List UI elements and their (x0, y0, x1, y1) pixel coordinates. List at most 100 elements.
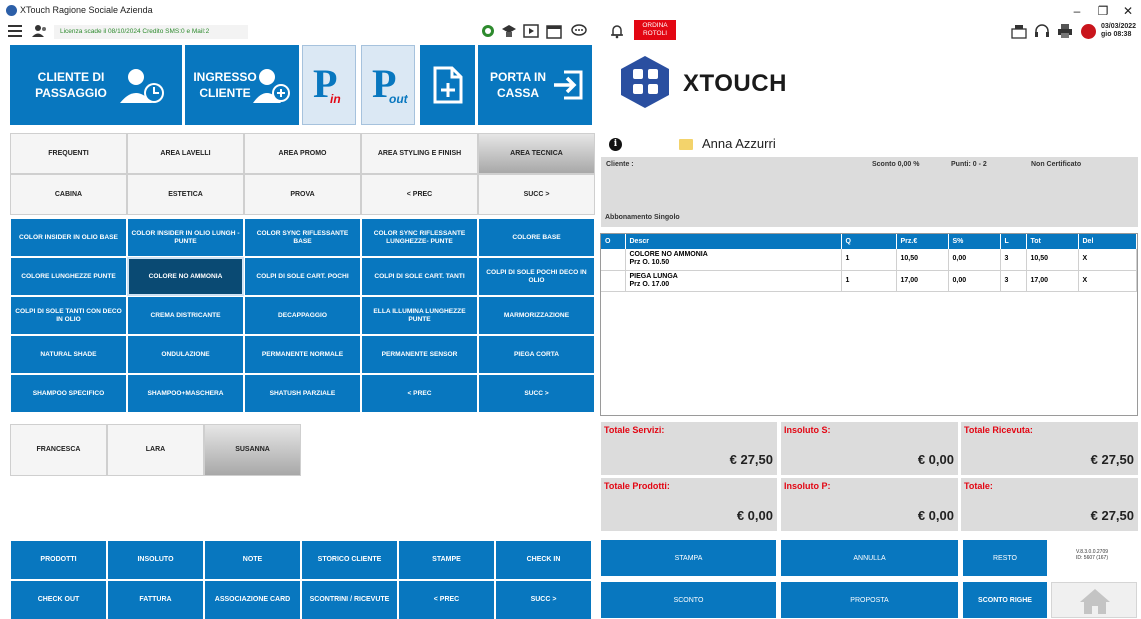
home-button[interactable] (1051, 582, 1137, 618)
minimize-icon[interactable]: – (1064, 2, 1090, 20)
totale-servizi-value: € 27,50 (729, 452, 773, 467)
resto-button[interactable]: RESTO (963, 540, 1047, 576)
ordina-rotoli-button[interactable]: ORDINA ROTOLI (634, 20, 676, 40)
bottom-fattura-7[interactable]: FATTURA (107, 580, 204, 619)
category-cabina-5[interactable]: CABINA (10, 174, 127, 215)
bottom-succ-11[interactable]: SUCC > (495, 580, 592, 619)
category-area-styling-e-finish-3[interactable]: AREA STYLING E FINISH (361, 133, 478, 174)
service-crema-districante-11[interactable]: CREMA DISTRICANTE (127, 296, 244, 335)
user-clock-icon (120, 69, 164, 103)
row-delete[interactable]: X (1078, 249, 1137, 271)
graduation-icon[interactable] (501, 23, 517, 39)
annulla-button[interactable]: ANNULLA (781, 540, 958, 576)
bottom-check-in-5[interactable]: CHECK IN (495, 540, 592, 580)
bottom-insoluto-1[interactable]: INSOLUTO (107, 540, 204, 580)
operator-francesca[interactable]: FRANCESCA (10, 424, 107, 476)
sign-in-icon (554, 70, 583, 100)
service-decappaggio-12[interactable]: DECAPPAGGIO (244, 296, 361, 335)
bottom-associazione-card-8[interactable]: ASSOCIAZIONE CARD (204, 580, 301, 619)
license-info: Licenza scade il 08/10/2024 Credito SMS:… (54, 25, 248, 39)
category-prova-7[interactable]: PROVA (244, 174, 361, 215)
new-document-button[interactable] (420, 45, 475, 125)
service-color-insider-in-olio-lungh-punte-1[interactable]: COLOR INSIDER IN OLIO LUNGH -PUNTE (127, 218, 244, 257)
row-price-note: Prz O. 17.00 (629, 280, 670, 288)
totale-box: Totale: € 27,50 (961, 478, 1138, 531)
bottom-storico-cliente-3[interactable]: STORICO CLIENTE (301, 540, 398, 580)
service-colore-lunghezze-punte-5[interactable]: COLORE LUNGHEZZE PUNTE (10, 257, 127, 296)
refresh-icon[interactable] (480, 23, 496, 39)
users-icon[interactable] (32, 24, 48, 38)
bottom-prec-10[interactable]: < PREC (398, 580, 495, 619)
table-row[interactable]: COLORE NO AMMONIA Prz O. 10.50 1 10,50 0,00 3… (601, 249, 1137, 271)
p-out-button[interactable]: P out (361, 45, 415, 125)
service-piega-corta-19[interactable]: PIEGA CORTA (478, 335, 595, 374)
service-ella-illumina-lunghezze-punte-13[interactable]: ELLA ILLUMINA LUNGHEZZE PUNTE (361, 296, 478, 335)
service-natural-shade-15[interactable]: NATURAL SHADE (10, 335, 127, 374)
bottom-note-2[interactable]: NOTE (204, 540, 301, 580)
operator-susanna[interactable]: SUSANNA (204, 424, 301, 476)
video-icon[interactable] (523, 23, 539, 39)
service-colpi-di-sole-cart-pochi-7[interactable]: COLPI DI SOLE CART. POCHI (244, 257, 361, 296)
totale-label: Totale: (964, 481, 993, 491)
brand-name: XTOUCH (683, 70, 787, 97)
category-estetica-6[interactable]: ESTETICA (127, 174, 244, 215)
sconto-righe-button[interactable]: SCONTO RIGHE (963, 582, 1047, 618)
p-in-button[interactable]: P in (302, 45, 356, 125)
status-indicator-icon[interactable] (1081, 24, 1096, 39)
service-color-insider-in-olio-base-0[interactable]: COLOR INSIDER IN OLIO BASE (10, 218, 127, 257)
bottom-prodotti-0[interactable]: PRODOTTI (10, 540, 107, 580)
sconto-button[interactable]: SCONTO (601, 582, 776, 618)
service-colpi-di-sole-tanti-con-deco-in-olio-10[interactable]: COLPI DI SOLE TANTI CON DECO IN OLIO (10, 296, 127, 335)
service-permanente-normale-17[interactable]: PERMANENTE NORMALE (244, 335, 361, 374)
service-permanente-sensor-18[interactable]: PERMANENTE SENSOR (361, 335, 478, 374)
proposta-button[interactable]: PROPOSTA (781, 582, 958, 618)
porta-cassa-button[interactable]: PORTA IN CASSA (478, 45, 592, 125)
service-colpi-di-sole-pochi-deco-in-olio-9[interactable]: COLPI DI SOLE POCHI DECO IN OLIO (478, 257, 595, 296)
calendar-icon[interactable] (546, 23, 562, 39)
cliente-label: Cliente : (606, 161, 634, 168)
service-color-sync-riflessante-base-2[interactable]: COLOR SYNC RIFLESSANTE BASE (244, 218, 361, 257)
service-shampoo-specifico-20[interactable]: SHAMPOO SPECIFICO (10, 374, 127, 413)
table-row[interactable]: PIEGA LUNGA Prz O. 17.00 1 17,00 0,00 3 17,00 X (601, 270, 1137, 292)
cash-register-icon[interactable] (1011, 23, 1027, 39)
service-shampoo-maschera-21[interactable]: SHAMPOO+MASCHERA (127, 374, 244, 413)
ingresso-cliente-label: INGRESSO CLIENTE (193, 70, 257, 100)
row-s: 0,00 (948, 270, 1001, 292)
printer-icon[interactable] (1057, 23, 1073, 39)
service-colore-no-ammonia-6[interactable]: COLORE NO AMMONIA (127, 257, 244, 296)
service-color-sync-riflessante-lunghezze-punte-3[interactable]: COLOR SYNC RIFLESSANTE LUNGHEZZE- PUNTE (361, 218, 478, 257)
category-prec-8[interactable]: < PREC (361, 174, 478, 215)
totale-ricevuta-label: Totale Ricevuta: (964, 425, 1033, 435)
menu-icon[interactable] (8, 25, 22, 37)
row-delete[interactable]: X (1078, 270, 1137, 292)
ingresso-cliente-button[interactable]: INGRESSO CLIENTE (185, 45, 299, 125)
info-icon[interactable]: i (609, 138, 622, 151)
cliente-passaggio-button[interactable]: CLIENTE DI PASSAGGIO (10, 45, 182, 125)
bottom-scontrini-ricevute-9[interactable]: SCONTRINI / RICEVUTE (301, 580, 398, 619)
headset-icon[interactable] (1034, 23, 1050, 39)
insoluto-s-box: Insoluto S: € 0,00 (781, 422, 958, 475)
category-frequenti-0[interactable]: FREQUENTI (10, 133, 127, 174)
service-marmorizzazione-14[interactable]: MARMORIZZAZIONE (478, 296, 595, 335)
category-area-tecnica-4[interactable]: AREA TECNICA (478, 133, 595, 174)
service-colore-base-4[interactable]: COLORE BASE (478, 218, 595, 257)
maximize-icon[interactable]: ❐ (1090, 2, 1116, 20)
service-succ-24[interactable]: SUCC > (478, 374, 595, 413)
service-ondulazione-16[interactable]: ONDULAZIONE (127, 335, 244, 374)
close-icon[interactable]: ✕ (1115, 2, 1141, 20)
bell-icon[interactable] (609, 23, 625, 39)
service-prec-23[interactable]: < PREC (361, 374, 478, 413)
row-item-name: PIEGA LUNGA (629, 272, 678, 280)
totale-servizi-box: Totale Servizi: € 27,50 (601, 422, 777, 475)
bottom-stampe-4[interactable]: STAMPE (398, 540, 495, 580)
category-area-lavelli-1[interactable]: AREA LAVELLI (127, 133, 244, 174)
operator-lara[interactable]: LARA (107, 424, 204, 476)
category-succ-9[interactable]: SUCC > (478, 174, 595, 215)
p-in-sub: in (330, 92, 341, 106)
category-area-promo-2[interactable]: AREA PROMO (244, 133, 361, 174)
bottom-check-out-6[interactable]: CHECK OUT (10, 580, 107, 619)
service-colpi-di-sole-cart-tanti-8[interactable]: COLPI DI SOLE CART. TANTI (361, 257, 478, 296)
chat-icon[interactable] (571, 23, 587, 39)
service-shatush-parziale-22[interactable]: SHATUSH PARZIALE (244, 374, 361, 413)
stampa-button[interactable]: STAMPA (601, 540, 776, 576)
